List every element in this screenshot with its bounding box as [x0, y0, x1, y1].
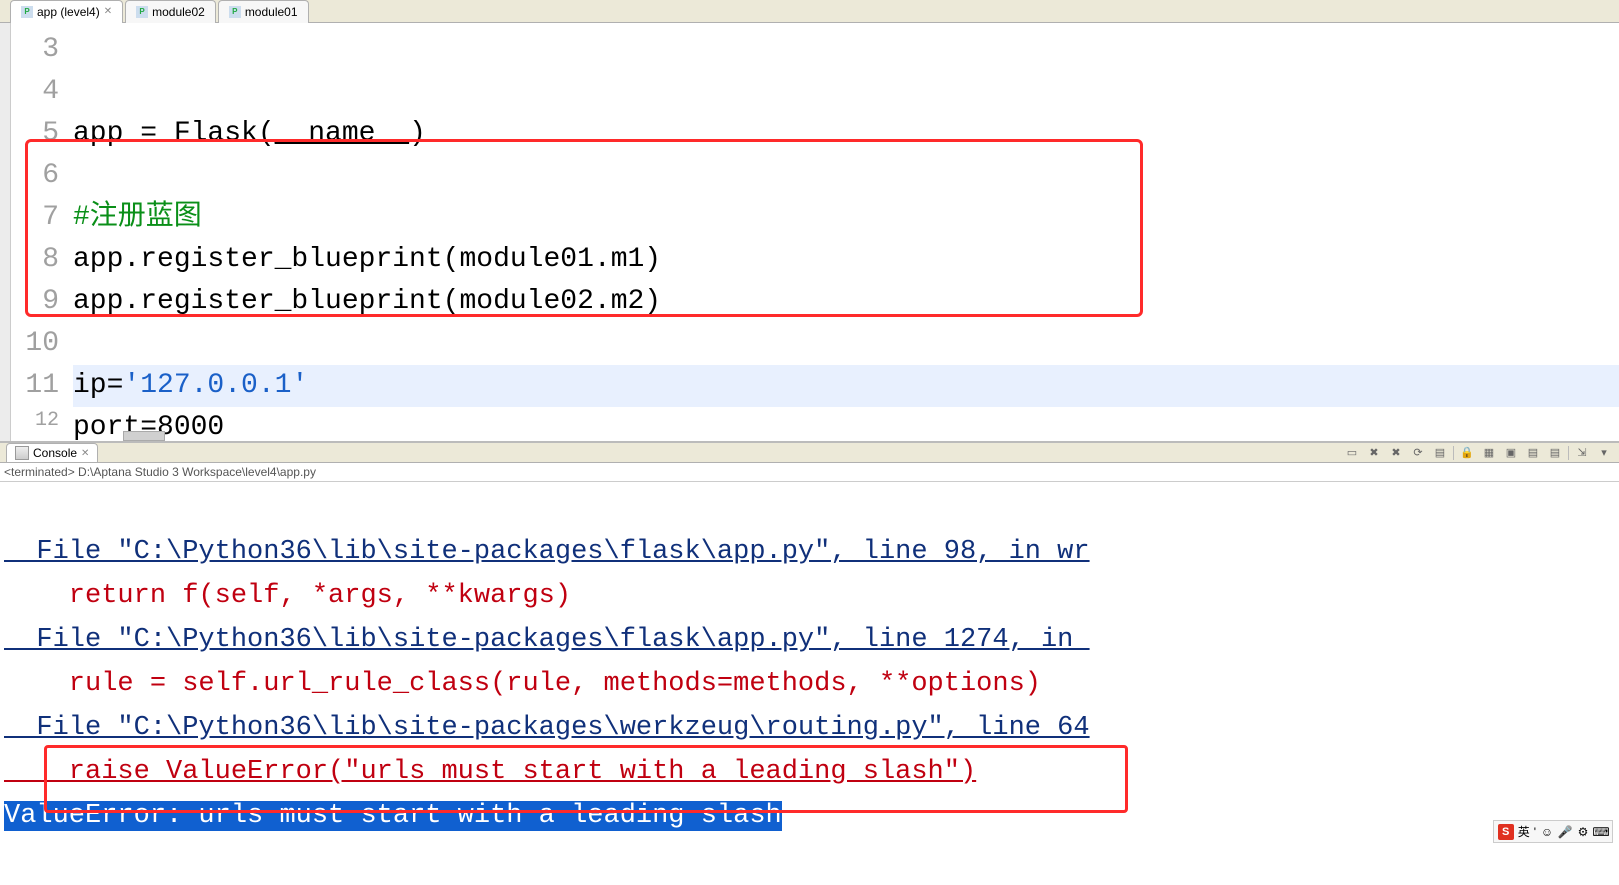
settings-icon[interactable]: ⚙ — [1576, 825, 1590, 839]
traceback-code: rule = self.url_rule_class(rule, methods… — [4, 669, 1041, 699]
line-number: 6 — [11, 155, 59, 197]
tab-module01[interactable]: P module01 — [218, 0, 309, 23]
line-number: 4 — [11, 71, 59, 113]
console-tab-label: Console — [33, 446, 77, 460]
toolbar-button[interactable]: ▭ — [1343, 444, 1361, 462]
tab-module02[interactable]: P module02 — [125, 0, 216, 23]
pin-console-button[interactable]: ⇲ — [1573, 444, 1591, 462]
console-tab[interactable]: Console ✕ — [6, 443, 98, 462]
python-file-icon: P — [21, 6, 33, 18]
tab-app-level4[interactable]: P app (level4) ✕ — [10, 0, 123, 23]
line-number: 5 — [11, 113, 59, 155]
line-number: 8 — [11, 239, 59, 281]
toolbar-button[interactable]: ⟳ — [1409, 444, 1427, 462]
toolbar-button[interactable]: ▣ — [1502, 444, 1520, 462]
remove-all-button[interactable]: ✖ — [1387, 444, 1405, 462]
traceback-code: raise ValueError("urls must start with a… — [4, 757, 976, 787]
line-number: 12 — [11, 407, 59, 435]
code-line — [73, 155, 1619, 197]
console-header: Console ✕ ▭ ✖ ✖ ⟳ ▤ 🔒 ▦ ▣ ▤ ▤ ⇲ ▾ — [0, 443, 1619, 463]
toolbar-button[interactable]: ▤ — [1431, 444, 1449, 462]
view-menu-button[interactable]: ▾ — [1595, 444, 1613, 462]
console-status: <terminated> D:\Aptana Studio 3 Workspac… — [0, 463, 1619, 482]
ime-brand-icon: S — [1498, 824, 1514, 840]
python-file-icon: P — [136, 6, 148, 18]
traceback-file-link[interactable]: File "C:\Python36\lib\site-packages\werk… — [4, 713, 1090, 743]
remove-launch-button[interactable]: ✖ — [1365, 444, 1383, 462]
line-number: 10 — [11, 323, 59, 365]
line-number: 3 — [11, 29, 59, 71]
error-selected: ValueError: urls must start with a leadi… — [4, 801, 782, 831]
code-line: #注册蓝图 — [73, 197, 1619, 239]
close-icon[interactable]: ✕ — [81, 448, 89, 459]
code-line: app = Flask(__name__) — [73, 113, 1619, 155]
toolbar-button[interactable]: ▤ — [1524, 444, 1542, 462]
editor-tabbar: P app (level4) ✕ P module02 P module01 — [0, 0, 1619, 23]
code-line — [73, 71, 1619, 113]
traceback-file-link[interactable]: File "C:\Python36\lib\site-packages\flas… — [4, 625, 1090, 655]
toolbar-button[interactable]: ▦ — [1480, 444, 1498, 462]
console-toolbar: ▭ ✖ ✖ ⟳ ▤ 🔒 ▦ ▣ ▤ ▤ ⇲ ▾ — [1343, 444, 1613, 462]
toolbar-button[interactable]: ▤ — [1546, 444, 1564, 462]
code-line: app.register_blueprint(module01.m1) — [73, 239, 1619, 281]
line-number: 7 — [11, 197, 59, 239]
ime-toolbar[interactable]: S 英 ' ☺ 🎤 ⚙ ⌨ — [1493, 820, 1613, 843]
scroll-lock-button[interactable]: 🔒 — [1458, 444, 1476, 462]
tab-label: module01 — [245, 5, 298, 19]
code-content[interactable]: app = Flask(__name__)#注册蓝图app.register_b… — [67, 23, 1619, 441]
line-number-gutter: 3 4 5 6 7 8 9 10 11 12 — [11, 23, 67, 441]
ime-separator: ' — [1534, 825, 1536, 839]
code-editor[interactable]: 3 4 5 6 7 8 9 10 11 12 app = Flask(__nam… — [0, 23, 1619, 441]
code-line-current: ip='127.0.0.1' — [73, 365, 1619, 407]
mic-icon[interactable]: 🎤 — [1558, 825, 1572, 839]
tab-label: app (level4) — [37, 5, 100, 19]
line-number: 11 — [11, 365, 59, 407]
editor-left-strip — [0, 23, 11, 441]
horizontal-scrollbar[interactable] — [123, 431, 1617, 441]
console-icon — [15, 446, 29, 460]
emoji-icon[interactable]: ☺ — [1540, 825, 1554, 839]
keyboard-icon[interactable]: ⌨ — [1594, 825, 1608, 839]
line-number: 9 — [11, 281, 59, 323]
close-icon[interactable]: ✕ — [104, 6, 112, 17]
traceback-file-link[interactable]: File "C:\Python36\lib\site-packages\flas… — [4, 537, 1090, 567]
tab-label: module02 — [152, 5, 205, 19]
code-line — [73, 323, 1619, 365]
python-file-icon: P — [229, 6, 241, 18]
console-output[interactable]: File "C:\Python36\lib\site-packages\flas… — [0, 482, 1619, 885]
code-line: app.register_blueprint(module02.m2) — [73, 281, 1619, 323]
traceback-code: return f(self, *args, **kwargs) — [4, 581, 571, 611]
ime-language[interactable]: 英 — [1518, 823, 1530, 840]
